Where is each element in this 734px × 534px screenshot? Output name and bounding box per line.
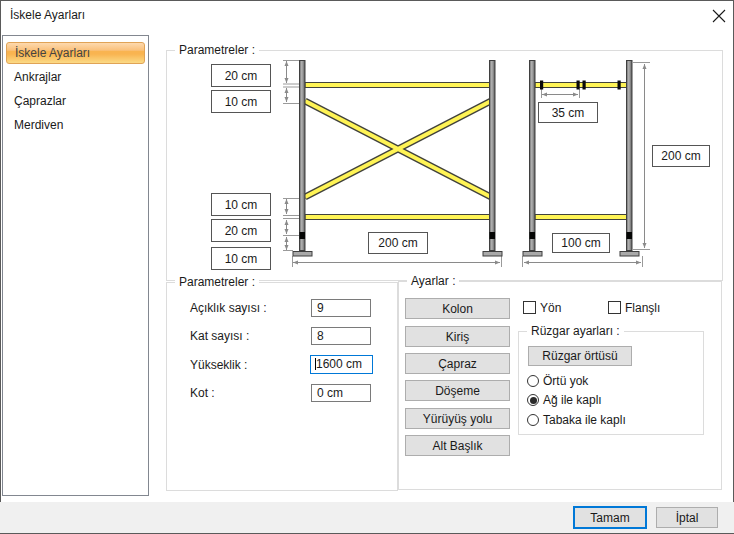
group-ruzgar-ayarlari-label: Rüzgar ayarları :: [527, 324, 624, 339]
dim-box-10cm-mid: 10 cm: [211, 193, 271, 216]
button-ruzgar-ortusu[interactable]: Rüzgar örtüsü: [528, 346, 632, 366]
field-label-aciklik: Açıklık sayısı :: [190, 299, 267, 317]
dialog-iskele-ayarlari: İskele Ayarları İskele Ayarları Ankrajla…: [0, 0, 734, 534]
input-kot[interactable]: 0 cm: [311, 384, 371, 402]
close-button[interactable]: [706, 4, 732, 28]
radio-tabaka-ile-kapli[interactable]: [527, 414, 539, 426]
radio-ag-ile-kapli[interactable]: [527, 394, 539, 406]
dim-box-200cm-width: 200 cm: [368, 232, 428, 254]
dim-box-20cm-low: 20 cm: [211, 219, 271, 242]
sidebar-list: İskele Ayarları Ankrajlar Çaprazlar Merd…: [2, 35, 149, 496]
button-capraz[interactable]: Çapraz: [405, 353, 510, 374]
radio-tabaka-ile-kapli-label: Tabaka ile kaplı: [543, 413, 626, 427]
window-title: İskele Ayarları: [10, 8, 85, 22]
rail-clamp-icon: [540, 81, 543, 90]
radio-ortu-yok[interactable]: [527, 375, 539, 387]
field-label-kat: Kat sayısı :: [190, 327, 249, 345]
button-kiris[interactable]: Kiriş: [405, 326, 510, 347]
button-doseme[interactable]: Döşeme: [405, 380, 510, 401]
dim-box-100cm: 100 cm: [552, 233, 610, 253]
button-alt-baslik[interactable]: Alt Başlık: [405, 435, 510, 456]
ok-button[interactable]: Tamam: [573, 506, 647, 529]
rail-clamp-icon: [618, 81, 621, 90]
dim-box-20cm-top: 20 cm: [211, 64, 271, 87]
group-parametreler-form-label: Parametreler :: [175, 275, 259, 290]
checkbox-flansli-label: Flanşlı: [625, 301, 660, 315]
sidebar-item-merdiven[interactable]: Merdiven: [3, 113, 148, 137]
cross-braces: [305, 101, 491, 197]
dim-box-10cm-top: 10 cm: [211, 90, 271, 113]
dim-box-200cm-height: 200 cm: [652, 145, 710, 167]
radio-ortu-yok-label: Örtü yok: [543, 374, 588, 388]
sidebar-item-caprazlar[interactable]: Çaprazlar: [3, 89, 148, 113]
group-ayarlar-label: Ayarlar :: [407, 274, 459, 289]
sidebar-item-ankrajlar[interactable]: Ankrajlar: [3, 65, 148, 89]
rail-clamp-icon: [577, 81, 580, 90]
checkbox-yon-label: Yön: [540, 301, 561, 315]
input-kat-sayisi[interactable]: 8: [311, 327, 371, 345]
input-aciklik-sayisi[interactable]: 9: [311, 299, 371, 317]
radio-selected-dot: [530, 397, 537, 404]
field-label-yukseklik: Yükseklik :: [190, 356, 247, 374]
dim-box-35cm: 35 cm: [538, 102, 598, 123]
input-yukseklik[interactable]: 1600 cm: [310, 355, 373, 374]
checkbox-yon[interactable]: [523, 301, 536, 314]
checkbox-flansli[interactable]: [608, 301, 621, 314]
button-kolon[interactable]: Kolon: [405, 298, 510, 319]
cancel-button[interactable]: İptal: [656, 507, 718, 528]
rail-clamp-icon: [583, 81, 586, 90]
field-label-kot: Kot :: [190, 384, 215, 402]
radio-ag-ile-kapli-label: Ağ ile kaplı: [543, 393, 602, 407]
button-yuruyus-yolu[interactable]: Yürüyüş yolu: [405, 408, 510, 429]
scaffold-posts: [300, 61, 633, 251]
sidebar-item-iskele-ayarlari[interactable]: İskele Ayarları: [6, 42, 145, 64]
close-icon: [712, 9, 726, 23]
dim-box-10cm-low: 10 cm: [211, 247, 271, 270]
